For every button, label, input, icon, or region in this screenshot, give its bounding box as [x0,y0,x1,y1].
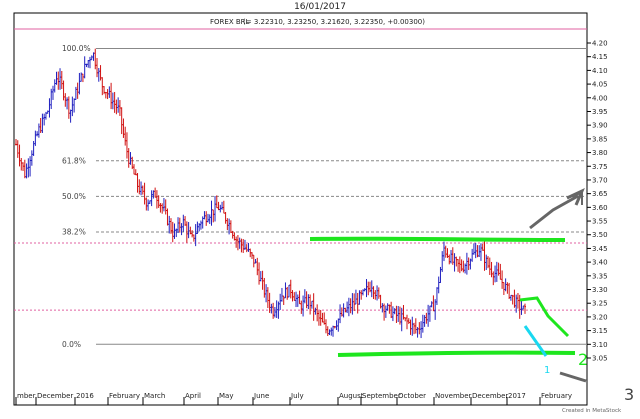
y-tick-label: 3.50 [592,231,608,239]
fib-label: 61.8% [62,156,86,165]
y-tick-label: 3.20 [592,313,608,321]
x-tick-label: November [435,392,472,400]
plot-frame [13,12,588,406]
y-tick-label: 3.45 [592,245,608,253]
y-tick-label: 3.10 [592,341,608,349]
resistance-line [309,236,566,242]
fib-label: 50.0% [62,192,86,201]
y-tick-label: 4.05 [592,81,608,89]
y-tick-label: 3.40 [592,259,608,267]
fib-label: 0.0% [62,340,81,349]
y-tick-label: 3.65 [592,190,608,198]
x-tick-label: 2017 [508,392,526,400]
y-tick-label: 3.25 [592,300,608,308]
y-tick-label: 3.80 [592,149,608,157]
x-tick-label: May [219,392,233,400]
x-tick-label: April [185,392,201,400]
y-tick-label: 4.20 [592,40,608,48]
x-tick-label: October [398,392,426,400]
y-tick-label: 4.00 [592,94,608,102]
label-3: 3 [624,385,634,404]
x-tick-label: September [362,392,401,400]
y-tick-label: 3.70 [592,176,608,184]
x-tick-label: 2016 [76,392,94,400]
y-tick-label: 3.85 [592,135,608,143]
x-tick-label: July [290,392,304,400]
y-tick-label: 3.95 [592,108,608,116]
x-tick-label: February [541,392,572,400]
x-tick-label: February [109,392,140,400]
x-tick-label: December [472,392,508,400]
x-tick-label: June [253,392,269,400]
support-line [337,350,576,357]
label-2: 2 [578,350,588,369]
y-tick-label: 3.90 [592,122,608,130]
y-tick-label: 3.15 [592,327,608,335]
y-tick-label: 3.55 [592,218,608,226]
quote-values: (= 3.22310, 3.23250, 3.21620, 3.22350, +… [243,18,425,26]
y-tick-label: 3.75 [592,163,608,171]
y-tick-label: 3.30 [592,286,608,294]
x-tick-label: mber [17,392,36,400]
y-tick-label: 4.10 [592,67,608,75]
credit-text: Created in MetaStock [562,408,622,414]
y-tick-label: 3.60 [592,204,608,212]
fib-label: 38.2% [62,228,86,237]
fib-label: 100.0% [62,44,91,53]
x-tick-label: August [339,392,364,400]
x-tick-label: December [37,392,73,400]
y-tick-label: 3.05 [592,355,608,363]
forex-chart: FOREX BRL (= 3.22310, 3.23250, 3.21620, … [13,12,634,414]
x-tick-label: March [144,392,165,400]
label-1: 1 [544,365,550,376]
y-tick-label: 4.15 [592,53,608,61]
y-tick-label: 3.35 [592,272,608,280]
